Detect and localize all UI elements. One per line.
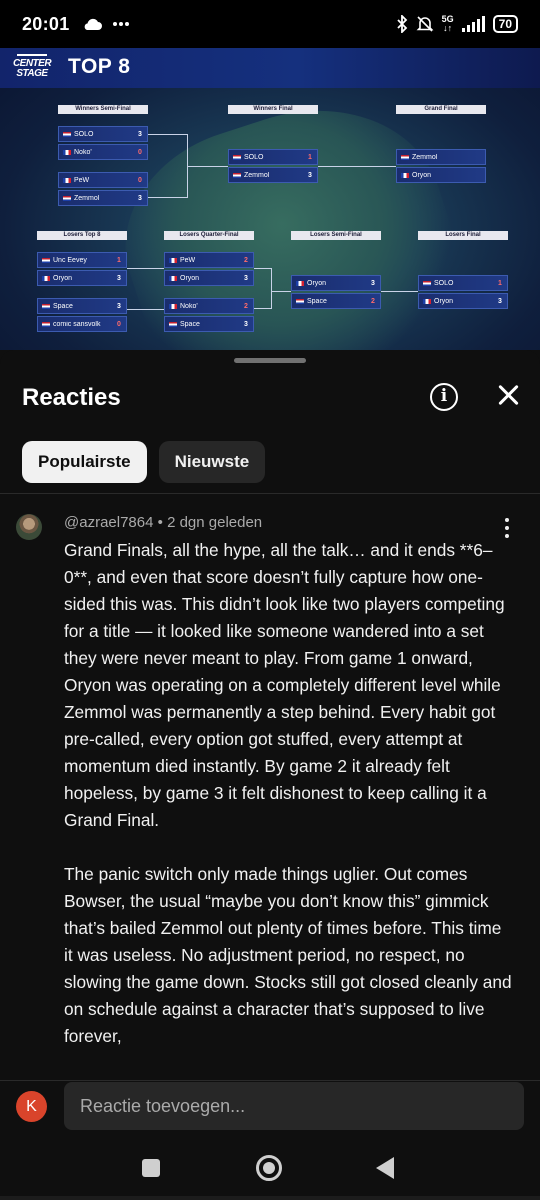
bracket-connector bbox=[127, 268, 164, 269]
comment-paragraph: The panic switch only made things uglier… bbox=[64, 864, 512, 1046]
comment-paragraph: Grand Finals, all the hype, all the talk… bbox=[64, 540, 505, 830]
divider bbox=[0, 1080, 540, 1081]
match-losers-final: SOLO 1 Oryon 3 bbox=[418, 275, 508, 311]
player-slot: PeW 2 bbox=[164, 252, 254, 268]
home-icon[interactable] bbox=[256, 1155, 282, 1181]
player-slot: Zemmol bbox=[396, 149, 486, 165]
gesture-bar bbox=[0, 1196, 540, 1200]
comment-author[interactable]: @azrael7864 bbox=[64, 514, 153, 531]
network-label: 5G ↓↑ bbox=[441, 14, 454, 33]
video-player[interactable]: CENTER STAGE TOP 8 Winners Semi-Final Wi… bbox=[0, 48, 540, 350]
chip-nieuwste[interactable]: Nieuwste bbox=[158, 441, 266, 483]
bracket-connector bbox=[254, 268, 272, 309]
round-label-grand-final: Grand Final bbox=[396, 105, 486, 114]
player-slot: Oryon bbox=[396, 167, 486, 183]
comment-time: 2 dgn geleden bbox=[167, 514, 263, 531]
match-losers-quarter-2: Noko' 2 Space 3 bbox=[164, 298, 254, 334]
divider bbox=[0, 493, 540, 494]
comment-input[interactable]: Reactie toevoegen... bbox=[64, 1082, 524, 1130]
comments-sheet: Reacties i Populairste Nieuwste @azrael7… bbox=[0, 350, 540, 1080]
player-slot: Zemmol 3 bbox=[58, 190, 148, 206]
match-winners-semi-1: SOLO 3 Noko' 0 bbox=[58, 126, 148, 162]
bracket-connector bbox=[272, 291, 291, 292]
player-slot: Zemmol 3 bbox=[228, 167, 318, 183]
recent-apps-icon[interactable] bbox=[142, 1159, 160, 1177]
comments-title: Reacties bbox=[22, 384, 121, 411]
player-slot: SOLO 1 bbox=[418, 275, 508, 291]
match-losers-top8-2: Space 3 comic sansvolk 0 bbox=[37, 298, 127, 334]
user-avatar: K bbox=[16, 1091, 47, 1122]
bracket-connector bbox=[188, 166, 228, 167]
back-icon[interactable] bbox=[376, 1157, 394, 1179]
info-icon[interactable]: i bbox=[430, 383, 458, 411]
bluetooth-icon bbox=[396, 15, 407, 33]
comment-meta: @azrael7864 • 2 dgn geleden bbox=[64, 514, 262, 531]
player-slot: SOLO 3 bbox=[58, 126, 148, 142]
player-slot: PeW 0 bbox=[58, 172, 148, 188]
player-slot: Space 2 bbox=[291, 293, 381, 309]
player-slot: Space 3 bbox=[164, 316, 254, 332]
match-grand-final: Zemmol Oryon bbox=[396, 149, 486, 185]
clock: 20:01 bbox=[22, 13, 70, 34]
more-options-icon[interactable] bbox=[504, 518, 510, 538]
player-slot: Noko' 0 bbox=[58, 144, 148, 160]
comment-body: Grand Finals, all the hype, all the talk… bbox=[64, 537, 514, 1075]
comment-item: @azrael7864 • 2 dgn geleden Grand Finals… bbox=[0, 510, 540, 1075]
player-slot: SOLO 1 bbox=[228, 149, 318, 165]
player-slot: Unc Eevey 1 bbox=[37, 252, 127, 268]
cloud-icon bbox=[84, 18, 102, 30]
round-label-winners-semi: Winners Semi-Final bbox=[58, 105, 148, 114]
battery-icon: 70 bbox=[492, 15, 518, 33]
match-losers-semi: Oryon 3 Space 2 bbox=[291, 275, 381, 311]
bracket-connector bbox=[127, 309, 164, 310]
player-slot: comic sansvolk 0 bbox=[37, 316, 127, 332]
player-slot: Oryon 3 bbox=[418, 293, 508, 309]
more-dots-icon bbox=[112, 22, 129, 26]
system-nav-bar bbox=[0, 1138, 540, 1200]
meta-separator: • bbox=[157, 514, 163, 531]
player-slot: Oryon 3 bbox=[291, 275, 381, 291]
signal-icon bbox=[461, 16, 485, 32]
round-label-losers-final: Losers Final bbox=[418, 231, 508, 240]
avatar[interactable] bbox=[16, 514, 42, 540]
close-icon[interactable] bbox=[494, 380, 524, 410]
bracket-connector bbox=[381, 291, 418, 292]
round-label-winners-final: Winners Final bbox=[228, 105, 318, 114]
round-label-losers-semi: Losers Semi-Final bbox=[291, 231, 381, 240]
match-losers-top8-1: Unc Eevey 1 Oryon 3 bbox=[37, 252, 127, 288]
player-slot: Space 3 bbox=[37, 298, 127, 314]
sort-chips: Populairste Nieuwste bbox=[22, 441, 266, 483]
round-label-losers-quarter: Losers Quarter-Final bbox=[164, 231, 254, 240]
bracket-title: TOP 8 bbox=[68, 55, 131, 78]
player-slot: Oryon 3 bbox=[164, 270, 254, 286]
bracket-connector bbox=[148, 134, 188, 198]
chip-populairste[interactable]: Populairste bbox=[22, 441, 147, 483]
player-slot: Oryon 3 bbox=[37, 270, 127, 286]
match-losers-quarter-1: PeW 2 Oryon 3 bbox=[164, 252, 254, 288]
drag-handle[interactable] bbox=[234, 358, 306, 363]
match-winners-final: SOLO 1 Zemmol 3 bbox=[228, 149, 318, 185]
player-slot: Noko' 2 bbox=[164, 298, 254, 314]
mute-icon bbox=[416, 16, 434, 32]
status-bar: 20:01 5G ↓↑ 70 bbox=[0, 0, 540, 48]
center-stage-logo: CENTER STAGE bbox=[6, 54, 58, 84]
bracket-connector bbox=[318, 166, 396, 167]
match-winners-semi-2: PeW 0 Zemmol 3 bbox=[58, 172, 148, 208]
round-label-losers-top8: Losers Top 8 bbox=[37, 231, 127, 240]
